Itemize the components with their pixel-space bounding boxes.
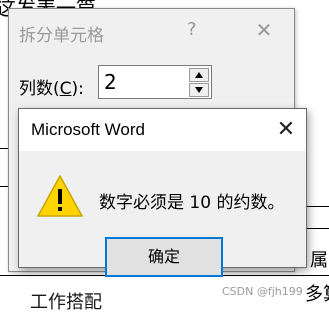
triangle-down-icon [195,87,203,93]
alert-titlebar: Microsoft Word ✕ [19,109,306,151]
ok-button[interactable]: 确定 [105,237,223,277]
watermark: CSDN @fjh199 [222,285,303,298]
doc-text-right-1: 属 [310,250,328,271]
alert-close-button[interactable]: ✕ [271,115,301,145]
columns-label: 列数(C): [19,79,84,99]
columns-input[interactable]: 2 [104,70,117,94]
help-button[interactable]: ? [187,19,197,40]
doc-table-line [305,206,329,207]
alert-message: 数字必须是 10 的约数。 [99,193,285,213]
split-dialog-title: 拆分单元格 [19,26,104,46]
alert-title: Microsoft Word [31,120,145,139]
doc-table-line [305,228,329,229]
spin-up-button[interactable] [189,68,209,82]
warning-icon [37,175,83,217]
word-alert-dialog: Microsoft Word ✕ 数字必须是 10 的约数。 确定 [18,108,307,277]
doc-text-bottom: 工作搭配 [30,292,102,313]
triangle-up-icon [195,72,203,78]
columns-spinbox[interactable]: 2 [98,65,212,99]
doc-text-right-2: 多算 [305,284,329,305]
spin-down-button[interactable] [189,83,209,97]
split-dialog-close-button[interactable]: ✕ [249,17,279,43]
